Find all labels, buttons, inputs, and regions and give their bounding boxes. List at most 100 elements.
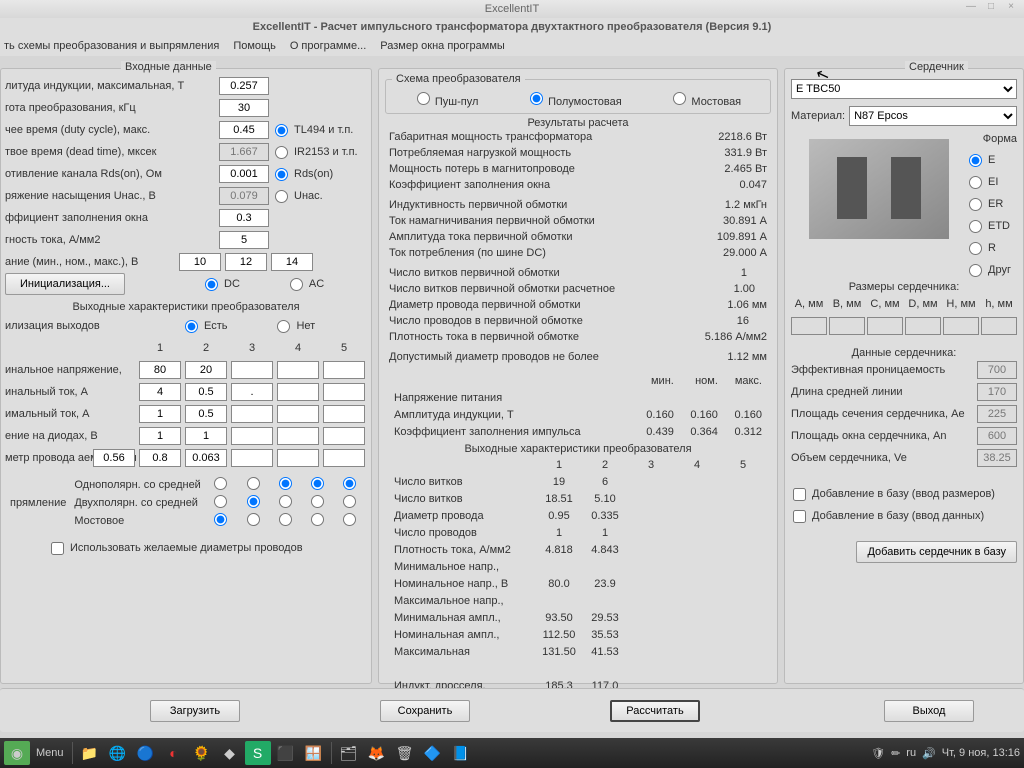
tb-trash-icon[interactable]: 🗑 — [392, 741, 418, 765]
menubar: ть схемы преобразования и выпрямления По… — [0, 36, 1024, 56]
in-fill[interactable] — [219, 209, 269, 227]
maximize-icon[interactable]: □ — [984, 2, 998, 14]
tb-app2-icon[interactable]: 🌐 — [105, 741, 131, 765]
radio-ir2153[interactable] — [275, 146, 288, 159]
tray-lang[interactable]: ru — [906, 747, 916, 759]
menu-winsize[interactable]: Размер окна программы — [380, 40, 505, 52]
in-mi1[interactable] — [139, 405, 181, 423]
tb-app5-icon[interactable]: 🌻 — [189, 741, 215, 765]
in-bmax[interactable] — [219, 77, 269, 95]
core-panel: Сердечник E TBC50 Материал:N87 Epcos Фор… — [784, 68, 1024, 684]
radio-fullbridge[interactable] — [673, 92, 686, 105]
radio-form-r[interactable] — [969, 242, 982, 255]
bottom-bar: Загрузить Сохранить Рассчитать Выход — [0, 688, 1024, 732]
in-nv2[interactable] — [185, 361, 227, 379]
radio-ac[interactable] — [290, 278, 303, 291]
in-duty[interactable] — [219, 121, 269, 139]
cb-add-dims[interactable] — [793, 488, 806, 501]
in-w1[interactable] — [93, 449, 135, 467]
cb-usewire[interactable] — [51, 542, 64, 555]
in-w2[interactable] — [139, 449, 181, 467]
core-data-title: Данные сердечника: — [791, 347, 1017, 359]
tb-app4-icon[interactable]: ◐ — [161, 741, 187, 765]
radio-rds[interactable] — [275, 168, 288, 181]
cd-perm — [977, 361, 1017, 379]
tray-pen-icon[interactable]: ✏ — [891, 747, 900, 760]
exit-button[interactable]: Выход — [884, 700, 974, 722]
in-mi2[interactable] — [185, 405, 227, 423]
radio-form-e[interactable] — [969, 154, 982, 167]
material-select[interactable]: N87 Epcos — [849, 106, 1017, 126]
menu-schemes[interactable]: ть схемы преобразования и выпрямления — [4, 40, 219, 52]
in-ni1[interactable] — [139, 383, 181, 401]
dim-d — [905, 317, 941, 335]
calc-button[interactable]: Рассчитать — [610, 700, 700, 722]
r-uni-1[interactable] — [214, 477, 227, 490]
radio-form-etd[interactable] — [969, 220, 982, 233]
tb-app3-icon[interactable]: 🔵 — [133, 741, 159, 765]
radio-form-other[interactable] — [969, 264, 982, 277]
minimize-icon[interactable]: — — [964, 2, 978, 14]
in-di1[interactable] — [139, 427, 181, 445]
radio-stab-no[interactable] — [277, 320, 290, 333]
tb-app11-icon[interactable]: 📘 — [448, 741, 474, 765]
core-dims-title: Размеры сердечника: — [791, 281, 1017, 293]
radio-pushpull[interactable] — [417, 92, 430, 105]
menu-about[interactable]: О программе... — [290, 40, 366, 52]
cb-add-data[interactable] — [793, 510, 806, 523]
radio-dc[interactable] — [205, 278, 218, 291]
tb-files-icon[interactable]: 🗂 — [336, 741, 362, 765]
radio-form-er[interactable] — [969, 198, 982, 211]
start-menu-icon[interactable]: ◉ — [4, 741, 30, 765]
radio-tl494[interactable] — [275, 124, 288, 137]
in-vnom[interactable] — [225, 253, 267, 271]
radio-usat[interactable] — [275, 190, 288, 203]
in-w3[interactable] — [185, 449, 227, 467]
radio-halfbridge[interactable] — [530, 92, 543, 105]
dim-b — [829, 317, 865, 335]
start-menu-label[interactable]: Menu — [36, 747, 64, 759]
tray-clock[interactable]: Чт, 9 ноя, 13:16 — [942, 747, 1020, 759]
in-dead — [219, 143, 269, 161]
tb-firefox-icon[interactable]: 🦊 — [364, 741, 390, 765]
lbl-usat: ряжение насыщения Uнас., В — [5, 190, 215, 202]
tb-app9-icon[interactable]: 🪟 — [301, 741, 327, 765]
tb-app7-icon[interactable]: S — [245, 741, 271, 765]
tray-shield-icon[interactable]: 🛡 — [871, 747, 885, 760]
results-panel: Схема преобразователя Пуш-пул Полумостов… — [378, 68, 778, 684]
in-jdens[interactable] — [219, 231, 269, 249]
in-nv1[interactable] — [139, 361, 181, 379]
taskbar: ◉ Menu 📁 🌐 🔵 ◐ 🌻 ◆ S ⬛ 🪟 🗂 🦊 🗑 🔷 📘 🛡 ✏ r… — [0, 738, 1024, 768]
in-rds[interactable] — [219, 165, 269, 183]
window-title: ExcellentIT — [485, 3, 539, 15]
in-ni3[interactable] — [231, 383, 273, 401]
tb-app8-icon[interactable]: ⬛ — [273, 741, 299, 765]
dim-h — [981, 317, 1017, 335]
input-panel: Входные данные литуда индукции, максимал… — [0, 68, 372, 684]
input-panel-title: Входные данные — [121, 61, 216, 73]
lbl-jdens: гность тока, А/мм2 — [5, 234, 215, 246]
save-button[interactable]: Сохранить — [380, 700, 470, 722]
in-ni2[interactable] — [185, 383, 227, 401]
window-titlebar: ExcellentIT — □ × — [0, 0, 1024, 18]
menu-help[interactable]: Помощь — [233, 40, 276, 52]
cd-len — [977, 383, 1017, 401]
lbl-stab: илизация выходов — [5, 320, 135, 332]
in-di2[interactable] — [185, 427, 227, 445]
add-core-button[interactable]: Добавить сердечник в базу — [856, 541, 1017, 563]
in-vmin[interactable] — [179, 253, 221, 271]
close-icon[interactable]: × — [1004, 2, 1018, 14]
radio-form-ei[interactable] — [969, 176, 982, 189]
tb-app1-icon[interactable]: 📁 — [77, 741, 103, 765]
tb-app6-icon[interactable]: ◆ — [217, 741, 243, 765]
tray-volume-icon[interactable]: 🔊 — [922, 747, 936, 760]
radio-stab-yes[interactable] — [185, 320, 198, 333]
in-vmax[interactable] — [271, 253, 313, 271]
cd-ve — [977, 449, 1017, 467]
load-button[interactable]: Загрузить — [150, 700, 240, 722]
cd-ae — [977, 405, 1017, 423]
init-button[interactable]: Инициализация... — [5, 273, 125, 295]
in-freq[interactable] — [219, 99, 269, 117]
lbl-duty: чее время (duty cycle), макс. — [5, 124, 215, 136]
tb-app10-icon[interactable]: 🔷 — [420, 741, 446, 765]
